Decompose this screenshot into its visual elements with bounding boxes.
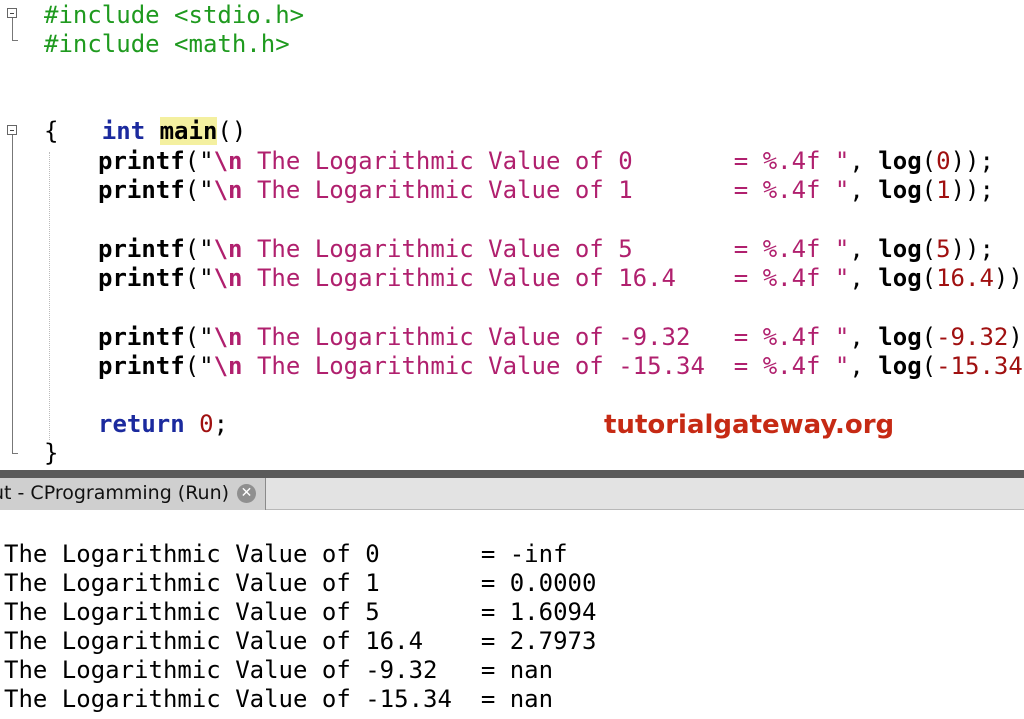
number: 5 xyxy=(936,235,950,263)
string: The Logarithmic Value of 0 = %.4f " xyxy=(243,147,850,175)
call: printf xyxy=(98,323,185,351)
call: printf xyxy=(98,235,185,263)
number: 0 xyxy=(199,410,213,438)
punct: )); xyxy=(951,147,994,175)
punct: ( xyxy=(922,147,936,175)
output-tab[interactable]: ut - CProgramming (Run) ✕ xyxy=(0,478,266,510)
string: The Logarithmic Value of -9.32 = %.4f " xyxy=(243,323,850,351)
punct: ( xyxy=(922,264,936,292)
function-name: main xyxy=(160,117,218,145)
punct: )); xyxy=(994,264,1024,292)
punct: ( xyxy=(922,352,936,380)
number: 16.4 xyxy=(936,264,994,292)
parens: () xyxy=(217,117,246,145)
fold-collapse-icon[interactable] xyxy=(7,125,17,135)
call: printf xyxy=(98,147,185,175)
punct: ; xyxy=(214,410,228,438)
punct: )); xyxy=(951,235,994,263)
output-line: The Logarithmic Value of -15.34 = nan xyxy=(4,685,553,714)
call: printf xyxy=(98,264,185,292)
code-line: #include <math.h> xyxy=(44,30,290,59)
punct: (" xyxy=(185,235,214,263)
code-line-printf-4: printf("\n The Logarithmic Value of 16.4… xyxy=(98,264,1024,293)
code-line: #include <stdio.h> xyxy=(44,1,304,30)
panel-splitter[interactable] xyxy=(0,470,1024,478)
punct: ( xyxy=(922,235,936,263)
code-line-printf-6: printf("\n The Logarithmic Value of -15.… xyxy=(98,352,1024,381)
escape: \n xyxy=(214,264,243,292)
output-line: The Logarithmic Value of -9.32 = nan xyxy=(4,656,553,685)
fold-guide-end xyxy=(12,453,18,454)
close-brace: } xyxy=(44,439,58,468)
punct: (" xyxy=(185,147,214,175)
call: printf xyxy=(98,352,185,380)
call: printf xyxy=(98,176,185,204)
code-line-printf-5: printf("\n The Logarithmic Value of -9.3… xyxy=(98,323,1024,352)
code-line-printf-2: printf("\n The Logarithmic Value of 1 = … xyxy=(98,176,994,205)
output-line: The Logarithmic Value of 0 = -inf xyxy=(4,540,568,569)
code-line: int main() xyxy=(44,88,246,117)
space xyxy=(185,410,199,438)
escape: \n xyxy=(214,323,243,351)
code-line-printf-1: printf("\n The Logarithmic Value of 0 = … xyxy=(98,147,994,176)
keyword-return: return xyxy=(98,410,185,438)
string: The Logarithmic Value of 16.4 = %.4f " xyxy=(243,264,850,292)
punct: , xyxy=(849,264,878,292)
output-line: The Logarithmic Value of 16.4 = 2.7973 xyxy=(4,627,596,656)
punct: ( xyxy=(922,176,936,204)
output-line: The Logarithmic Value of 1 = 0.0000 xyxy=(4,569,596,598)
output-tab-label: ut - CProgramming (Run) xyxy=(0,478,229,508)
code-line-return: return 0; xyxy=(98,410,228,439)
call: log xyxy=(878,147,921,175)
indent-guide xyxy=(49,152,51,440)
punct: )); xyxy=(1008,323,1024,351)
fold-guide-end xyxy=(12,40,18,41)
code-editor[interactable]: #include <stdio.h> #include <math.h> int… xyxy=(0,0,1024,470)
punct: )); xyxy=(951,176,994,204)
punct: (" xyxy=(185,176,214,204)
output-line: The Logarithmic Value of 5 = 1.6094 xyxy=(4,598,596,627)
punct: (" xyxy=(185,352,214,380)
call: log xyxy=(878,176,921,204)
call: log xyxy=(878,323,921,351)
number: -15.34 xyxy=(936,352,1023,380)
keyword-int: int xyxy=(102,117,145,145)
close-icon[interactable]: ✕ xyxy=(237,484,256,503)
call: log xyxy=(878,264,921,292)
punct: , xyxy=(849,147,878,175)
punct: , xyxy=(849,352,878,380)
output-console: The Logarithmic Value of 0 = -inf The Lo… xyxy=(0,510,1024,719)
code-line-printf-3: printf("\n The Logarithmic Value of 5 = … xyxy=(98,235,994,264)
punct: , xyxy=(849,235,878,263)
call: log xyxy=(878,352,921,380)
number: 1 xyxy=(936,176,950,204)
punct: ( xyxy=(922,323,936,351)
call: log xyxy=(878,235,921,263)
punct: (" xyxy=(185,323,214,351)
fold-collapse-icon[interactable] xyxy=(7,8,17,18)
open-brace: { xyxy=(44,117,58,146)
fold-guide xyxy=(12,135,13,453)
string: The Logarithmic Value of 1 = %.4f " xyxy=(243,176,850,204)
output-tab-bar: ut - CProgramming (Run) ✕ xyxy=(0,478,1024,510)
watermark-logo: tutorialgateway.org xyxy=(604,410,894,440)
escape: \n xyxy=(214,176,243,204)
number: 0 xyxy=(936,147,950,175)
escape: \n xyxy=(214,235,243,263)
punct: (" xyxy=(185,264,214,292)
escape: \n xyxy=(214,147,243,175)
string: The Logarithmic Value of 5 = %.4f " xyxy=(243,235,850,263)
fold-guide xyxy=(12,18,13,40)
string: The Logarithmic Value of -15.34 = %.4f " xyxy=(243,352,850,380)
escape: \n xyxy=(214,352,243,380)
punct: , xyxy=(849,323,878,351)
punct: , xyxy=(849,176,878,204)
number: -9.32 xyxy=(936,323,1008,351)
